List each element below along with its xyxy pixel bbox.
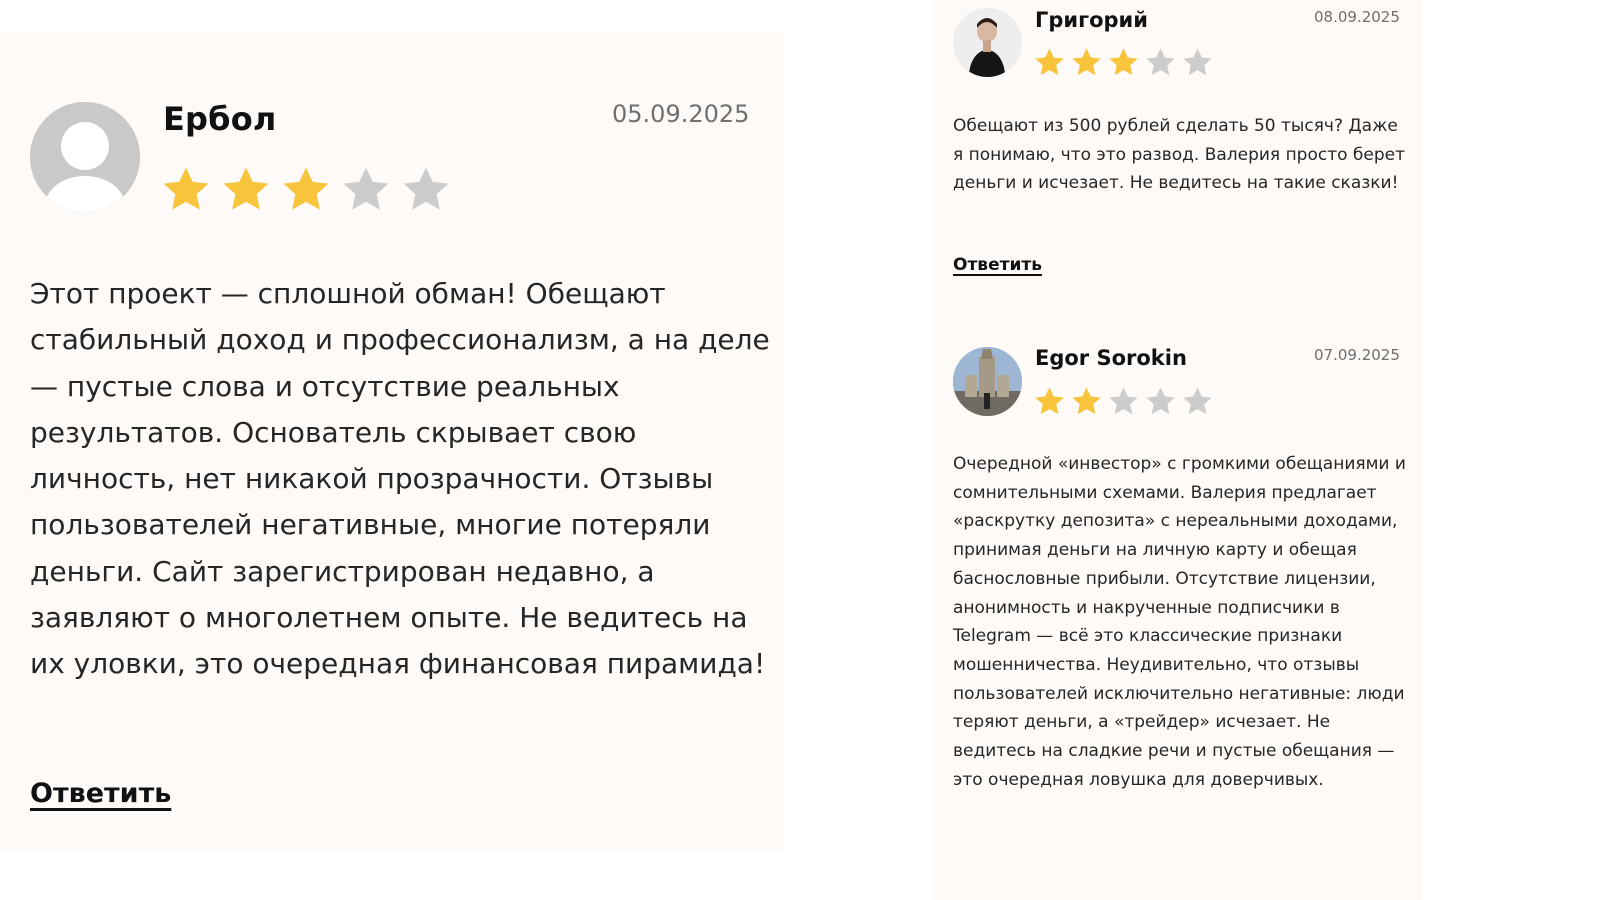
review-text: Очередной «инвестор» с громкими обещания… bbox=[953, 454, 1406, 790]
star-rating bbox=[1033, 46, 1218, 78]
review-date: 05.09.2025 bbox=[612, 100, 750, 128]
star-empty-icon bbox=[1183, 387, 1212, 415]
reviewer-name: Григорий bbox=[1035, 8, 1148, 32]
star-filled-icon bbox=[1072, 48, 1101, 76]
reply-link[interactable]: Ответить bbox=[953, 255, 1042, 275]
review-text: Этот проект — сплошной обман! Обещают ст… bbox=[30, 277, 770, 681]
star-rating bbox=[1033, 385, 1218, 417]
review-date: 08.09.2025 bbox=[1314, 8, 1400, 26]
star-rating bbox=[160, 164, 460, 214]
user-photo-avatar bbox=[953, 347, 1022, 416]
star-filled-icon bbox=[1072, 387, 1101, 415]
star-empty-icon bbox=[1146, 387, 1175, 415]
star-empty-icon bbox=[1146, 48, 1175, 76]
star-empty-icon bbox=[343, 167, 389, 210]
star-empty-icon bbox=[1183, 48, 1212, 76]
star-filled-icon bbox=[163, 167, 209, 210]
star-filled-icon bbox=[1109, 48, 1138, 76]
star-filled-icon bbox=[283, 167, 329, 210]
user-photo-avatar bbox=[953, 8, 1022, 77]
review-text: Обещают из 500 рублей сделать 50 тысяч? … bbox=[953, 116, 1406, 194]
reply-link[interactable]: Ответить bbox=[30, 778, 171, 809]
star-empty-icon bbox=[403, 167, 449, 210]
reviewer-name: Ербол bbox=[163, 100, 277, 138]
star-filled-icon bbox=[1035, 48, 1064, 76]
star-filled-icon bbox=[1035, 387, 1064, 415]
reviewer-name: Egor Sorokin bbox=[1035, 346, 1187, 370]
star-empty-icon bbox=[1109, 387, 1138, 415]
star-filled-icon bbox=[223, 167, 269, 210]
review-date: 07.09.2025 bbox=[1314, 346, 1400, 364]
default-avatar-icon bbox=[30, 102, 140, 212]
